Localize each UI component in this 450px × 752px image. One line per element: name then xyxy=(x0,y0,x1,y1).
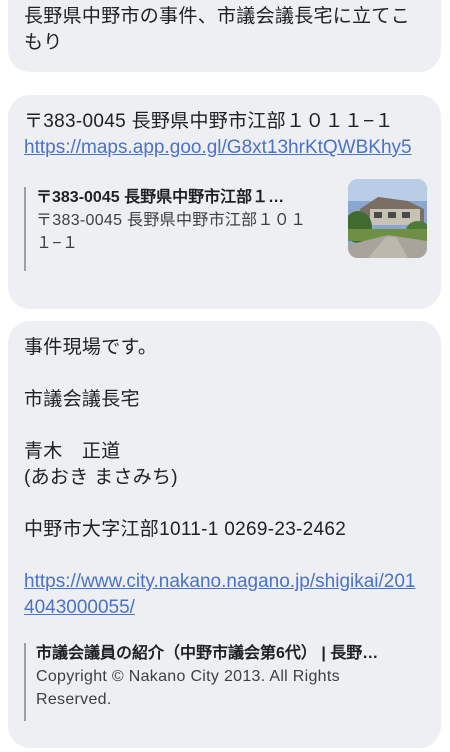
link-preview-title: 市議会議員の紹介（中野市議会第6代） | 長野… xyxy=(36,645,379,662)
message-bubble-2[interactable]: 〒383-0045 長野県中野市江部１０１１−１ https://maps.ap… xyxy=(8,95,441,309)
maps-link[interactable]: https://maps.app.goo.gl/G8xt13hrKtQWBKhy… xyxy=(24,135,425,161)
street-view-thumbnail[interactable] xyxy=(348,179,427,258)
city-website-link[interactable]: https://www.city.nakano.nagano.jp/shigik… xyxy=(24,569,425,621)
link-preview-description: 〒383-0045 長野県中野市江部１０１１−１ xyxy=(36,212,307,252)
link-preview-title: 〒383-0045 長野県中野市江部１… xyxy=(36,189,285,206)
message-text: 事件現場です。 市議会議長宅 青木 正道 (あおき まさみち) 中野市大字江部1… xyxy=(24,337,347,540)
message-text: 長野県中野市の事件、市議会議長宅に立てこもり xyxy=(24,6,411,53)
message-bubble-1[interactable]: 長野県中野市の事件、市議会議長宅に立てこもり xyxy=(8,0,441,72)
message-bubble-3[interactable]: 事件現場です。 市議会議長宅 青木 正道 (あおき まさみち) 中野市大字江部1… xyxy=(8,321,441,748)
link-preview-description: Copyright © Nakano City 2013. All Rights… xyxy=(36,668,340,708)
link-preview-card[interactable]: 市議会議員の紹介（中野市議会第6代） | 長野… Copyright © Nak… xyxy=(24,643,425,721)
message-text: 〒383-0045 長野県中野市江部１０１１−１ xyxy=(24,111,394,132)
link-preview-card[interactable]: 〒383-0045 長野県中野市江部１… 〒383-0045 長野県中野市江部１… xyxy=(24,179,427,271)
